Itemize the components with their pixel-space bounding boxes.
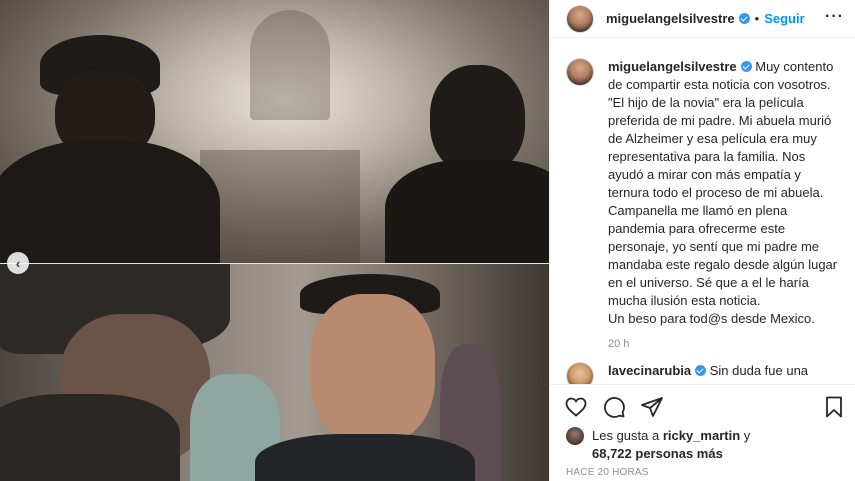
photo-priest-scene <box>0 264 549 481</box>
likes-user[interactable]: ricky_martin <box>663 428 740 443</box>
photo-church-silhouettes <box>0 0 549 263</box>
post-media[interactable]: ‹ <box>0 0 549 481</box>
action-icons <box>564 395 664 419</box>
likes-and: y <box>743 428 751 443</box>
liker-avatar <box>566 427 584 445</box>
share-icon[interactable] <box>640 395 664 419</box>
verified-icon <box>695 365 707 376</box>
heart-icon[interactable] <box>564 395 588 419</box>
post-timestamp[interactable]: HACE 20 HORAS <box>566 467 649 478</box>
actions-area: Les gusta a ricky_martin y 68,722 person… <box>550 384 855 481</box>
header-username[interactable]: miguelangelsilvestre <box>606 11 735 26</box>
likes-text: Les gusta a ricky_martin y 68,722 person… <box>592 427 750 463</box>
likes-count[interactable]: 68,722 personas más <box>592 446 723 461</box>
verified-icon <box>738 13 750 24</box>
caption-text: Muy contento de compartir esta noticia c… <box>608 59 838 326</box>
comment-icon[interactable] <box>602 395 626 419</box>
caption-username[interactable]: miguelangelsilvestre <box>608 59 737 74</box>
bookmark-icon[interactable] <box>822 395 846 419</box>
comments-list[interactable]: miguelangelsilvestre Muy contento de com… <box>550 58 855 384</box>
follow-button[interactable]: Seguir <box>764 11 804 26</box>
comment-body: lavecinarubia Sin duda fue una <box>608 362 838 384</box>
carousel-prev-button[interactable]: ‹ <box>7 252 29 274</box>
separator-dot: • <box>754 11 760 26</box>
caption-timestamp: 20 h <box>608 338 630 350</box>
caption-body: miguelangelsilvestre Muy contento de com… <box>608 58 838 328</box>
likes-summary[interactable]: Les gusta a ricky_martin y 68,722 person… <box>566 427 750 463</box>
comment-text: Sin duda fue una <box>709 363 809 378</box>
post-header: miguelangelsilvestre • Seguir ··· <box>550 0 855 38</box>
comment-item: lavecinarubia Sin duda fue una <box>566 362 840 384</box>
commenter-avatar[interactable] <box>566 362 594 384</box>
chevron-left-icon: ‹ <box>15 255 21 271</box>
verified-icon <box>740 61 752 72</box>
caption-row: miguelangelsilvestre Muy contento de com… <box>566 58 840 328</box>
more-options-button[interactable]: ··· <box>825 8 844 26</box>
caption-avatar[interactable] <box>566 58 594 86</box>
post-panel: miguelangelsilvestre • Seguir ··· miguel… <box>549 0 855 481</box>
comment-username[interactable]: lavecinarubia <box>608 363 691 378</box>
likes-prefix: Les gusta a <box>592 428 660 443</box>
avatar[interactable] <box>566 4 594 33</box>
